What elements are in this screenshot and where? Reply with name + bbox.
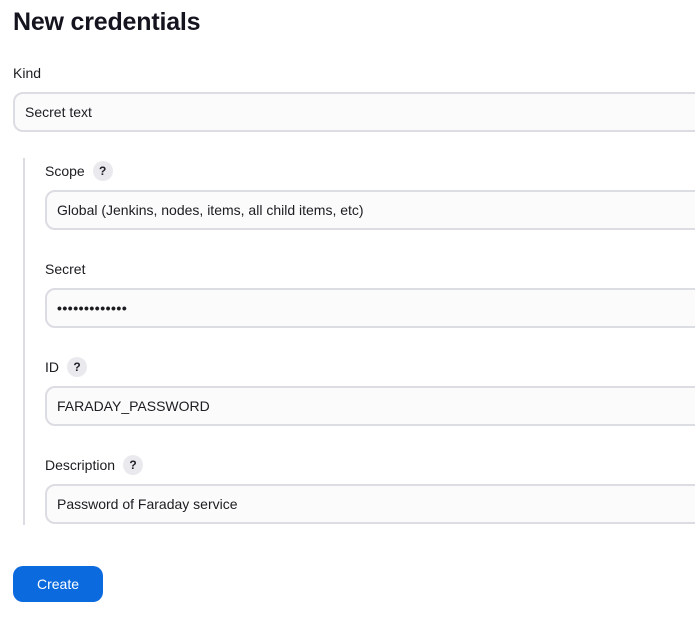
description-input[interactable]: Password of Faraday service [45, 484, 695, 524]
secret-input-value: ••••••••••••• [57, 300, 128, 316]
secret-label-text: Secret [45, 261, 86, 277]
id-label: ID ? [45, 357, 87, 377]
page-title: New credentials [13, 8, 201, 36]
id-help-icon[interactable]: ? [67, 357, 87, 377]
scope-label: Scope ? [45, 161, 113, 181]
scope-select-value: Global (Jenkins, nodes, items, all child… [57, 202, 364, 218]
kind-label-text: Kind [13, 65, 42, 81]
scope-select[interactable]: Global (Jenkins, nodes, items, all child… [45, 190, 695, 230]
description-help-icon[interactable]: ? [123, 455, 144, 475]
id-label-text: ID [45, 359, 59, 375]
kind-select[interactable]: Secret text [13, 92, 695, 132]
scope-label-text: Scope [45, 163, 85, 179]
secret-label: Secret [45, 261, 85, 277]
description-label: Description ? [45, 455, 144, 475]
nested-section-divider [23, 158, 25, 525]
scope-help-icon[interactable]: ? [92, 161, 113, 181]
id-input[interactable]: FARADAY_PASSWORD [45, 386, 695, 426]
description-input-value: Password of Faraday service [57, 496, 238, 512]
description-label-text: Description [45, 457, 116, 473]
id-input-value: FARADAY_PASSWORD [57, 398, 210, 414]
kind-select-value: Secret text [25, 104, 92, 120]
kind-label: Kind [13, 65, 41, 81]
create-button[interactable]: Create [13, 566, 103, 602]
secret-input[interactable]: ••••••••••••• [45, 288, 695, 328]
